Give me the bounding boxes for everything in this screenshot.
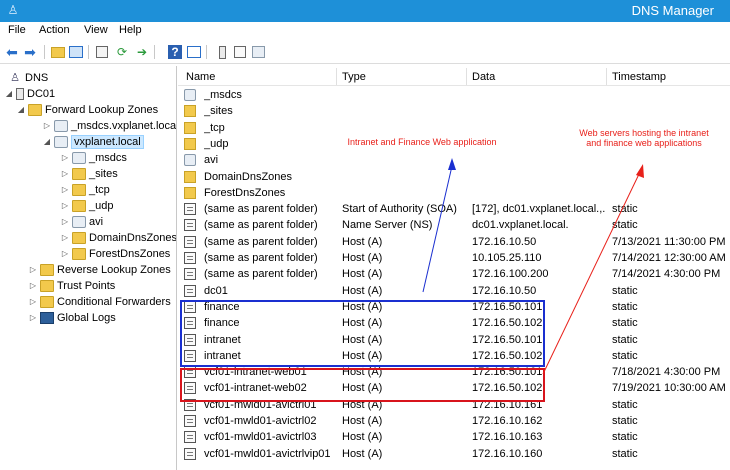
- red-arrow-line: [542, 171, 641, 375]
- red-arrowhead: [636, 164, 644, 178]
- blue-arrowhead: [448, 158, 456, 170]
- blue-arrow-line: [422, 165, 453, 293]
- annotation-arrows: [422, 158, 644, 375]
